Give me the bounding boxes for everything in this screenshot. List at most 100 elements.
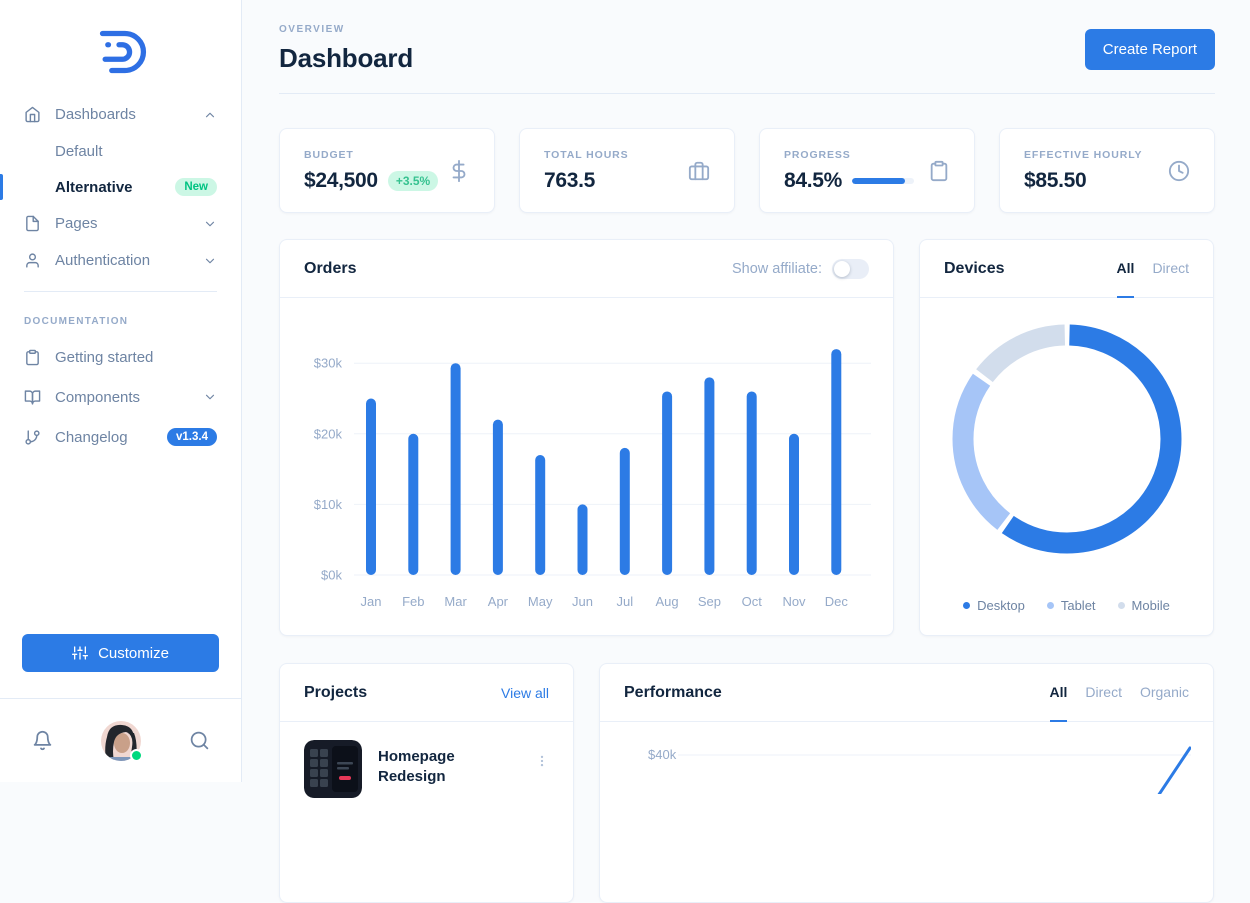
stat-label: Total hours xyxy=(544,148,629,161)
toggle-knob xyxy=(834,260,850,277)
customize-button[interactable]: Customize xyxy=(22,634,219,672)
show-affiliate-toggle[interactable] xyxy=(832,258,869,279)
devices-card-title: Devices xyxy=(944,259,1005,277)
stat-card-total-hours: Total hours 763.5 xyxy=(519,128,735,213)
sidebar-item-authentication[interactable]: Authentication xyxy=(0,242,241,279)
devices-card: Devices All Direct Desktop Tablet Mobile xyxy=(919,239,1214,636)
search-icon[interactable] xyxy=(189,730,210,751)
order-bar xyxy=(577,504,588,575)
x-axis-label: Oct xyxy=(742,594,763,609)
sidebar-footer xyxy=(0,698,241,782)
x-axis-label: Dec xyxy=(825,594,849,609)
y-axis-tick: $30k xyxy=(314,356,343,371)
x-axis-label: Jan xyxy=(361,594,382,609)
legend-label: Desktop xyxy=(977,598,1025,613)
view-all-link[interactable]: View all xyxy=(501,685,549,701)
sliders-icon xyxy=(72,645,89,661)
legend-item-desktop: Desktop xyxy=(963,598,1025,613)
tab-all[interactable]: All xyxy=(1049,664,1068,722)
dollar-icon xyxy=(448,159,470,182)
clipboard-icon xyxy=(24,349,41,366)
chevron-down-icon xyxy=(203,217,217,231)
performance-card-title: Performance xyxy=(624,683,722,701)
sidebar-item-label: Dashboards xyxy=(55,106,136,123)
x-axis-label: Sep xyxy=(698,594,721,609)
order-bar xyxy=(619,447,630,575)
stat-label: Effective hourly xyxy=(1024,148,1143,161)
y-axis-tick: $40k xyxy=(648,747,677,762)
tab-organic[interactable]: Organic xyxy=(1140,664,1189,722)
orders-card-title: Orders xyxy=(304,259,357,277)
progress-bar-fill xyxy=(852,177,905,184)
sidebar-item-components[interactable]: Components xyxy=(0,377,241,417)
sidebar-item-label: Getting started xyxy=(55,348,154,366)
page-pretitle: Overview xyxy=(279,24,345,35)
x-axis-label: Apr xyxy=(488,594,509,609)
online-status-dot xyxy=(129,748,143,762)
create-report-button[interactable]: Create Report xyxy=(1084,29,1215,70)
briefcase-icon xyxy=(688,160,710,182)
page-title: Dashboard xyxy=(279,43,414,73)
x-axis-label: May xyxy=(528,594,553,609)
tab-direct[interactable]: Direct xyxy=(1085,664,1122,722)
performance-card: Performance All Direct Organic $40k xyxy=(599,663,1214,903)
tab-direct[interactable]: Direct xyxy=(1152,240,1189,298)
devices-chart-body: Desktop Tablet Mobile xyxy=(920,298,1213,613)
x-axis-label: Jul xyxy=(616,594,633,609)
progress-bar xyxy=(852,177,915,184)
order-bar xyxy=(366,398,376,575)
avatar[interactable] xyxy=(100,720,143,762)
sidebar-item-label: Pages xyxy=(55,215,98,232)
file-icon xyxy=(24,215,41,232)
git-branch-icon xyxy=(24,429,41,446)
projects-card: Projects View all Homepage Redesign xyxy=(279,663,574,903)
order-bar xyxy=(492,419,503,575)
projects-list: Homepage Redesign xyxy=(280,722,573,798)
clipboard-icon xyxy=(928,160,950,182)
performance-line-chart: $40k xyxy=(648,746,1191,794)
customize-label: Customize xyxy=(98,644,169,662)
dashkit-logo[interactable] xyxy=(0,0,241,96)
sidebar-section-documentation: Documentation xyxy=(24,316,129,327)
tab-all[interactable]: All xyxy=(1116,240,1135,298)
home-icon xyxy=(24,106,41,123)
clock-icon xyxy=(1168,160,1190,182)
sidebar-item-label: Components xyxy=(55,388,141,406)
project-list-item[interactable]: Homepage Redesign xyxy=(304,740,549,798)
charts-row: Orders Show affiliate: $0k $10k $20k $30k Ja… xyxy=(279,239,1215,636)
order-bar xyxy=(746,391,757,575)
orders-card: Orders Show affiliate: $0k $10k $20k $30k Ja… xyxy=(279,239,894,636)
bell-icon[interactable] xyxy=(32,730,53,751)
sidebar-item-label: Authentication xyxy=(55,252,151,269)
sidebar-item-pages[interactable]: Pages xyxy=(0,205,241,242)
order-bar xyxy=(704,377,715,575)
stat-card-budget: Budget $24,500 +3.5% xyxy=(279,128,495,213)
sidebar-item-dashboards[interactable]: Dashboards xyxy=(0,96,241,133)
x-axis-label: Nov xyxy=(782,594,806,609)
order-bar xyxy=(535,454,546,575)
page-header: Overview Dashboard Create Report xyxy=(279,0,1215,94)
devices-legend: Desktop Tablet Mobile xyxy=(963,598,1170,613)
legend-dot-tablet xyxy=(1046,602,1054,609)
sidebar-item-getting-started[interactable]: Getting started xyxy=(0,337,241,377)
stat-value: 763.5 xyxy=(544,168,596,192)
sidebar-item-changelog[interactable]: Changelog v1.3.4 xyxy=(0,417,241,457)
version-badge: v1.3.4 xyxy=(167,428,217,446)
devices-donut-chart xyxy=(952,324,1181,554)
x-axis-label: Mar xyxy=(444,594,467,609)
project-thumbnail xyxy=(304,740,362,798)
more-vertical-icon[interactable] xyxy=(535,740,549,770)
show-affiliate-label: Show affiliate: xyxy=(731,260,822,277)
performance-chart-body: $40k xyxy=(600,722,1213,903)
chevron-down-icon xyxy=(203,390,217,404)
sidebar-item-default[interactable]: Default xyxy=(0,133,241,169)
bottom-row: Projects View all Homepage Redesign Perf… xyxy=(279,663,1215,903)
legend-item-mobile: Mobile xyxy=(1117,598,1170,613)
stat-value: $85.50 xyxy=(1024,168,1087,192)
new-badge: New xyxy=(175,178,217,196)
devices-tabs: All Direct xyxy=(1116,240,1189,298)
y-axis-tick: $0k xyxy=(321,568,342,583)
legend-dot-mobile xyxy=(1117,602,1125,609)
sidebar-item-alternative[interactable]: Alternative New xyxy=(0,169,241,205)
order-bar xyxy=(662,391,673,575)
